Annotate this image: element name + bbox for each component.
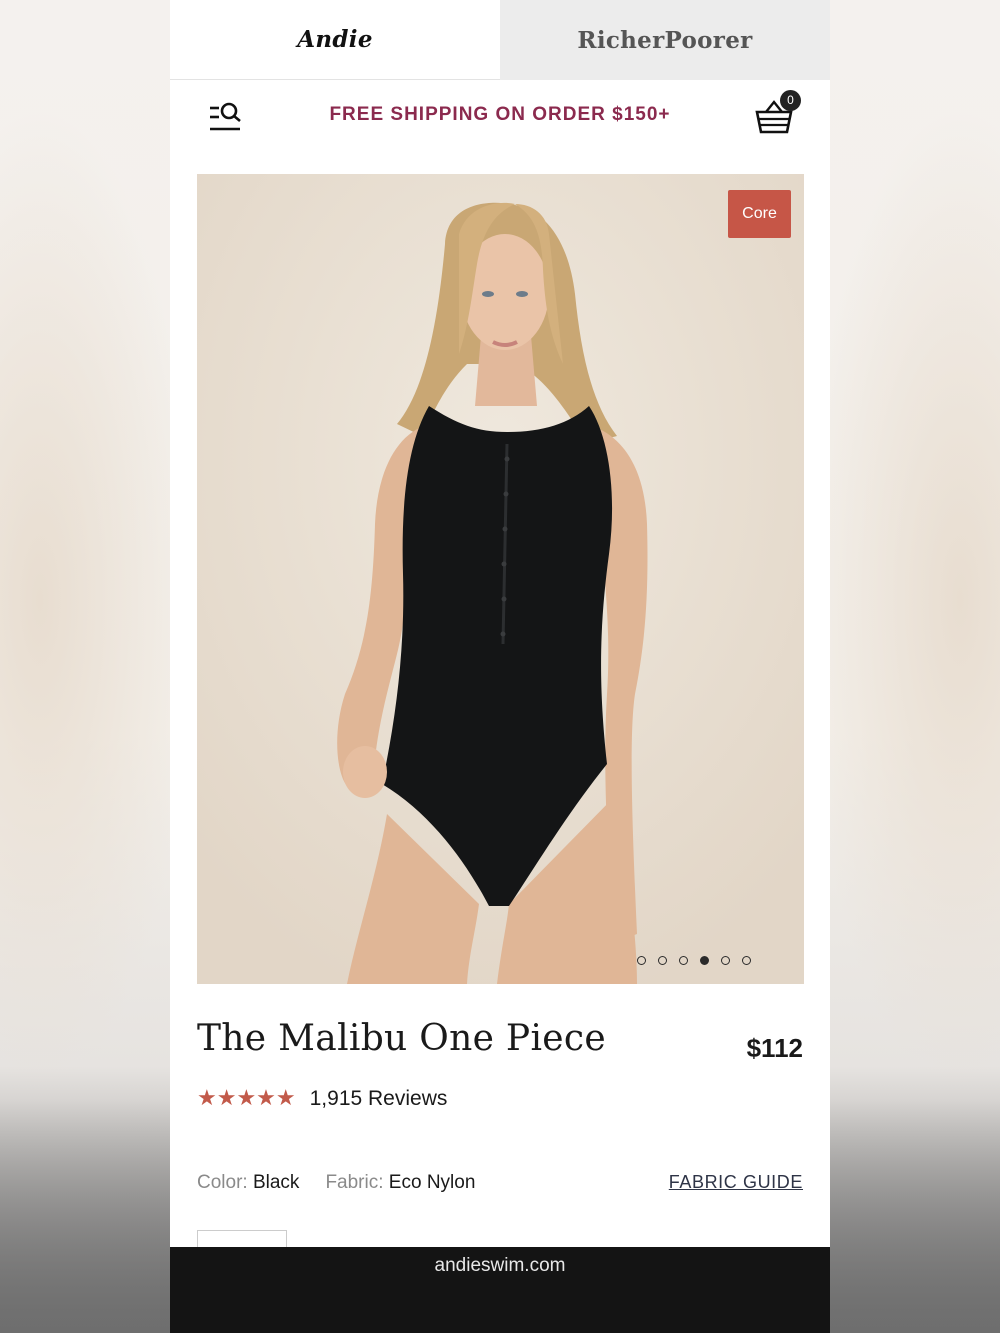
color-label: Color: bbox=[197, 1172, 248, 1193]
carousel-dot[interactable] bbox=[658, 956, 667, 965]
model-photo bbox=[197, 174, 804, 984]
tab-richerpoorer-label: RicherPoorer bbox=[577, 26, 753, 54]
carousel-dot[interactable] bbox=[679, 956, 688, 965]
reviews-count[interactable]: 1,915 Reviews bbox=[310, 1087, 448, 1111]
product-title: The Malibu One Piece bbox=[197, 1018, 606, 1059]
phone-screen: Andie RicherPoorer FREE SHIPPING ON ORDE… bbox=[170, 0, 830, 1333]
fabric-guide-link[interactable]: FABRIC GUIDE bbox=[669, 1172, 803, 1193]
core-badge: Core bbox=[728, 190, 791, 238]
rating-row[interactable]: ★★★★★ 1,915 Reviews bbox=[197, 1086, 447, 1111]
fabric-attribute: Fabric: Eco Nylon bbox=[325, 1172, 475, 1194]
cart-count-badge: 0 bbox=[780, 90, 801, 111]
tab-andie[interactable]: Andie bbox=[170, 0, 500, 80]
carousel-dot[interactable] bbox=[742, 956, 751, 965]
product-image[interactable]: Core bbox=[197, 174, 804, 984]
color-attribute: Color: Black bbox=[197, 1172, 299, 1194]
menu-search-icon[interactable] bbox=[208, 100, 244, 134]
carousel-dot[interactable] bbox=[637, 956, 646, 965]
free-shipping-banner[interactable]: FREE SHIPPING ON ORDER $150+ bbox=[290, 104, 710, 126]
carousel-dots bbox=[637, 956, 751, 965]
site-header: FREE SHIPPING ON ORDER $150+ 0 bbox=[170, 80, 830, 154]
product-attributes: Color: Black Fabric: Eco Nylon bbox=[197, 1172, 475, 1194]
tab-richerpoorer[interactable]: RicherPoorer bbox=[500, 0, 830, 80]
carousel-dot[interactable] bbox=[721, 956, 730, 965]
product-price: $112 bbox=[746, 1033, 803, 1063]
fabric-label: Fabric: bbox=[325, 1172, 384, 1193]
browser-url-bar[interactable]: andieswim.com bbox=[170, 1247, 830, 1333]
color-value: Black bbox=[252, 1172, 300, 1193]
brand-tabs: Andie RicherPoorer bbox=[170, 0, 830, 80]
tab-andie-label: Andie bbox=[297, 26, 373, 53]
star-rating-icon: ★★★★★ bbox=[197, 1086, 296, 1111]
carousel-dot-active[interactable] bbox=[700, 956, 709, 965]
url-text[interactable]: andieswim.com bbox=[170, 1255, 830, 1277]
fabric-value: Eco Nylon bbox=[388, 1172, 476, 1193]
